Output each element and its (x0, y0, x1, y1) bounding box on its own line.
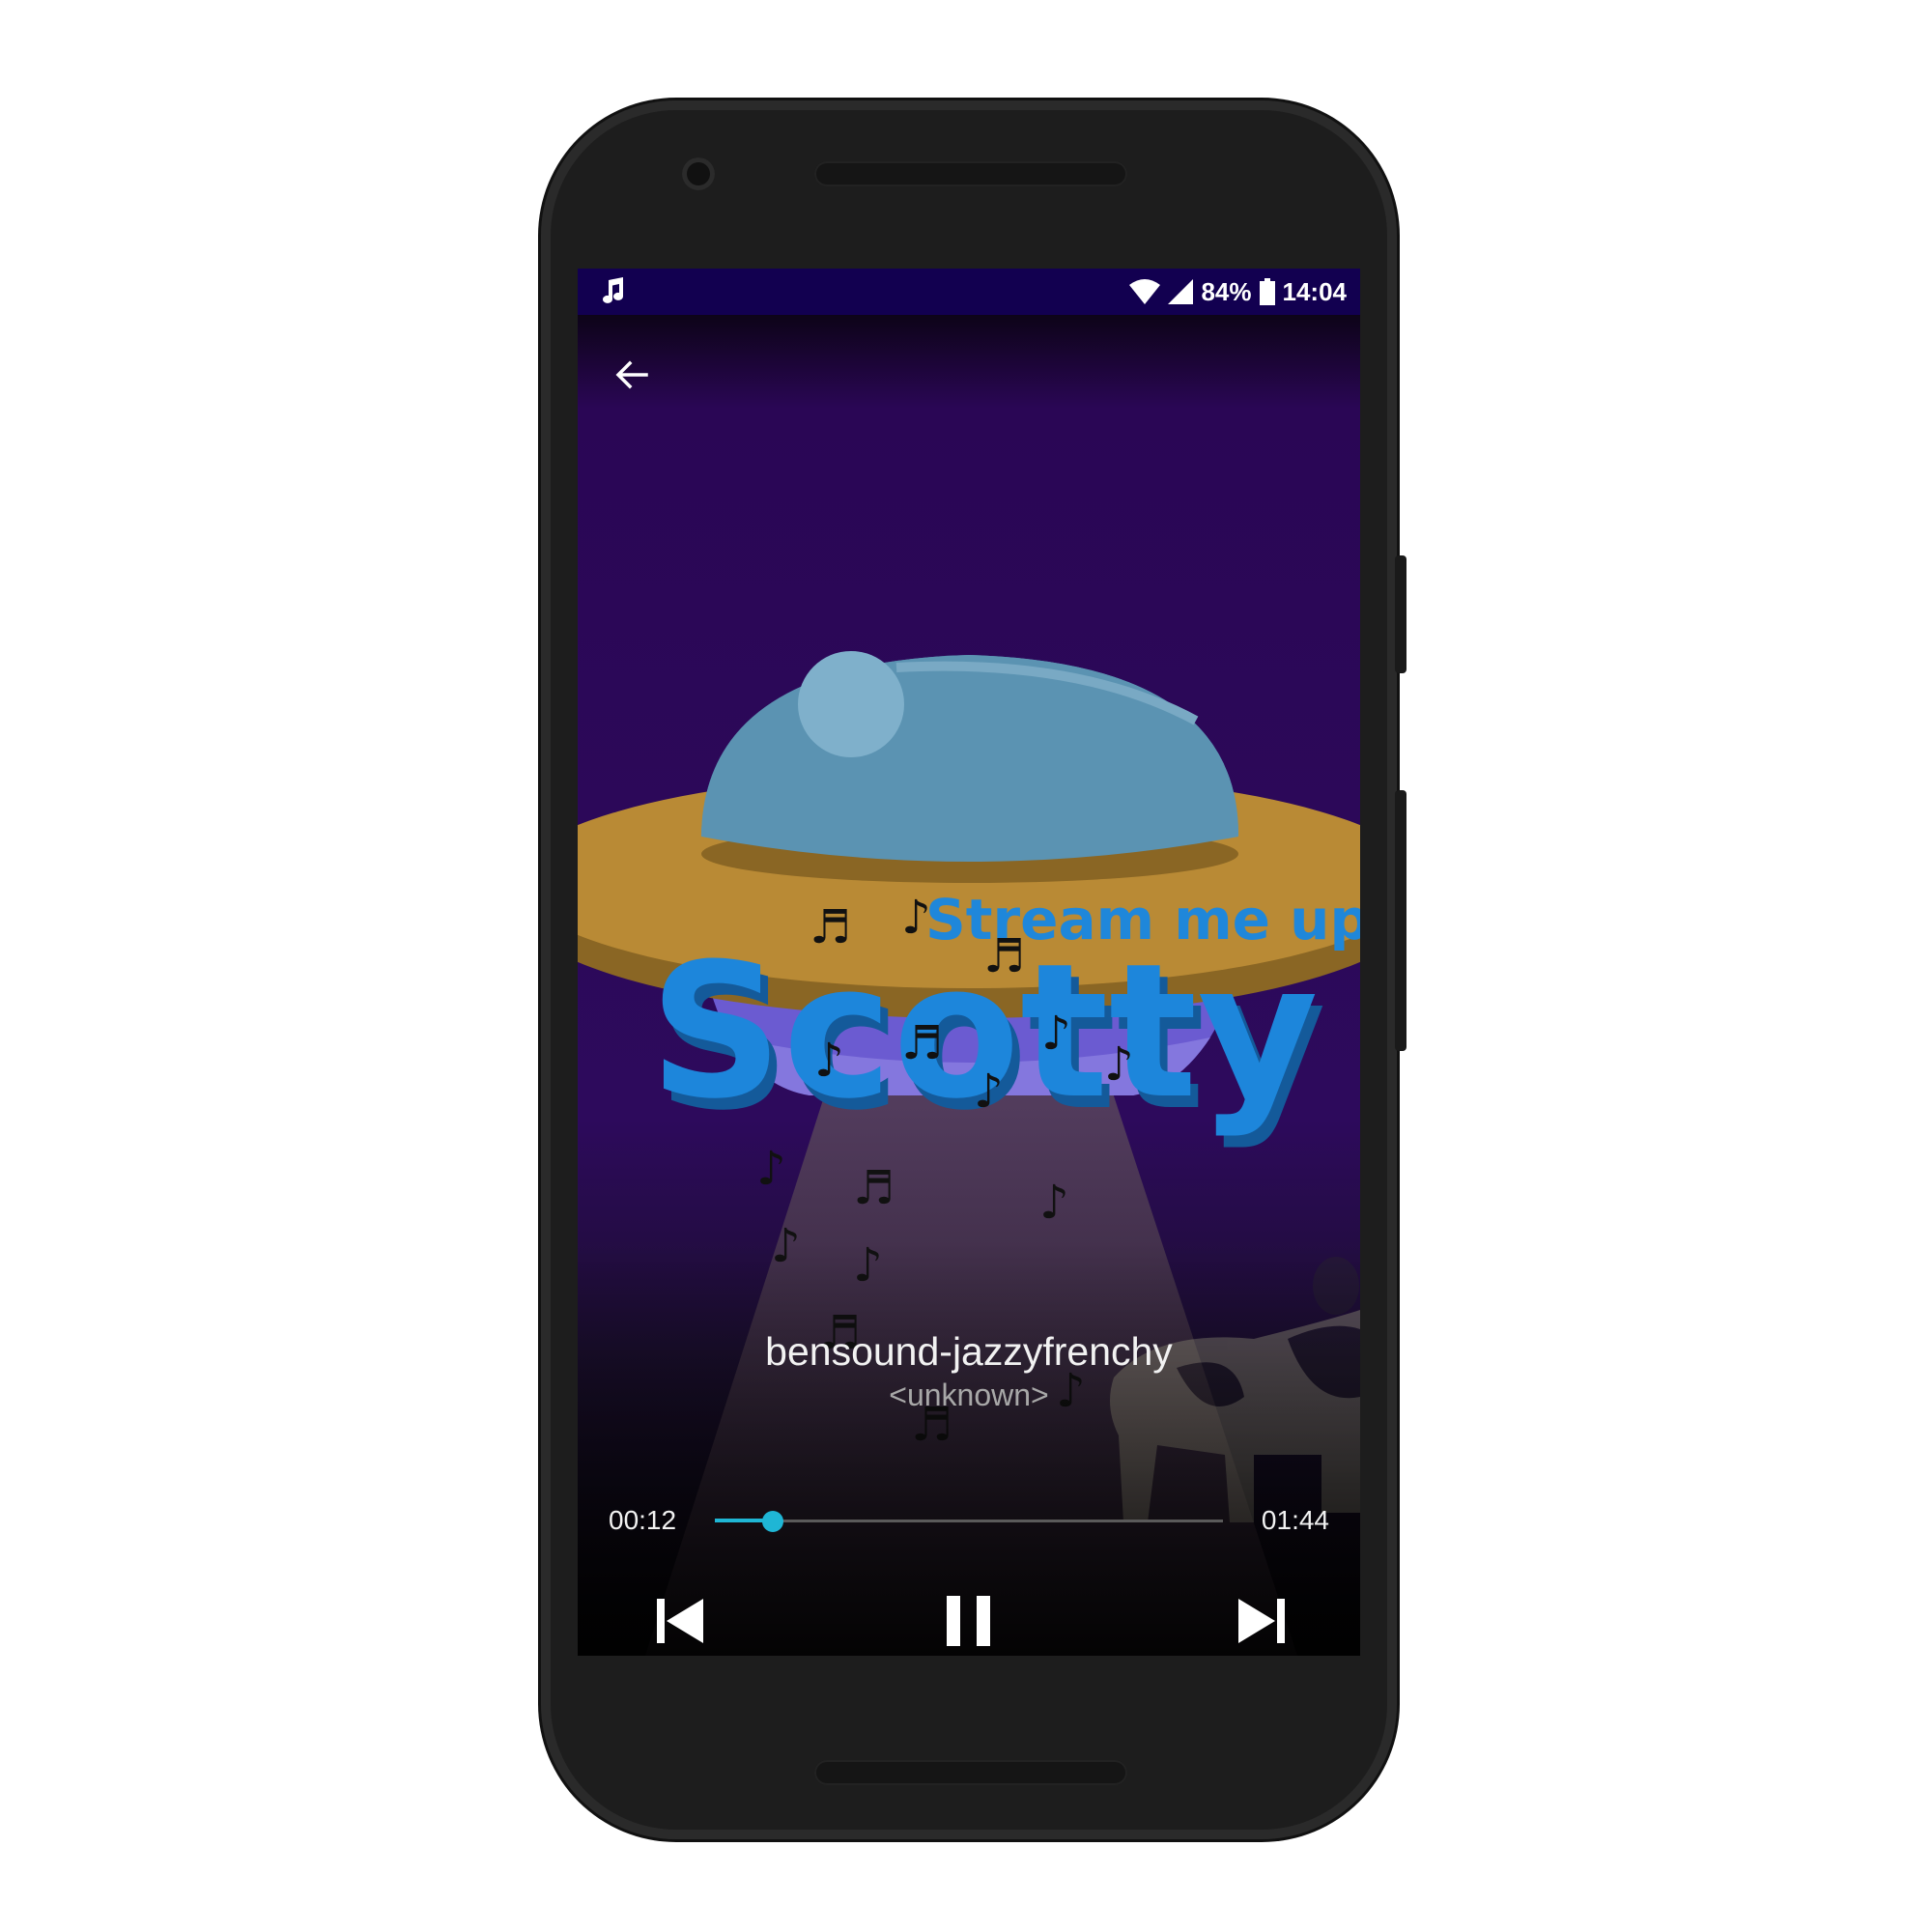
cell-signal-icon (1168, 279, 1194, 304)
svg-text:♬: ♬ (901, 1016, 943, 1070)
svg-text:♪: ♪ (974, 1065, 1004, 1119)
svg-text:♪: ♪ (814, 1034, 844, 1088)
svg-text:♬: ♬ (810, 900, 851, 954)
svg-text:♪: ♪ (1104, 1037, 1134, 1092)
front-camera (682, 157, 715, 190)
status-bar: 84% 14:04 (578, 269, 1360, 315)
svg-text:♪: ♪ (901, 891, 931, 945)
track-artist: <unknown> (889, 1378, 1049, 1412)
svg-text:♬: ♬ (853, 1161, 895, 1215)
previous-button[interactable] (641, 1582, 719, 1656)
top-speaker (814, 161, 1127, 186)
seek-thumb[interactable] (762, 1511, 784, 1532)
battery-percent: 84% (1201, 276, 1252, 306)
elapsed-time: 00:12 (609, 1505, 677, 1535)
music-note-icon (603, 277, 623, 303)
volume-button (1395, 790, 1406, 1051)
seek-bar[interactable] (715, 1507, 1223, 1536)
svg-text:♪: ♪ (756, 1142, 786, 1196)
power-button (1395, 555, 1406, 673)
arrow-left-icon (615, 360, 648, 389)
battery-icon (1259, 278, 1275, 305)
status-time: 14:04 (1282, 276, 1348, 306)
bottom-speaker (814, 1760, 1127, 1785)
skip-previous-icon (657, 1599, 703, 1643)
svg-text:♪: ♪ (1041, 1007, 1071, 1061)
back-button[interactable] (605, 348, 659, 402)
svg-text:♬: ♬ (983, 929, 1025, 983)
pause-button[interactable] (930, 1582, 1008, 1656)
total-duration: 01:44 (1261, 1505, 1329, 1535)
pause-icon (947, 1596, 990, 1646)
album-artwork: Stream me up Scotty Scotty ♬ ♪ ♬ ♪ ♬ ♪ ♪… (578, 315, 1360, 1656)
screen: Stream me up Scotty Scotty ♬ ♪ ♬ ♪ ♬ ♪ ♪… (578, 269, 1360, 1656)
wifi-icon (1129, 279, 1161, 304)
svg-text:♪: ♪ (1039, 1176, 1069, 1230)
track-title: bensound-jazzyfrenchy (765, 1329, 1173, 1374)
next-button[interactable] (1223, 1582, 1300, 1656)
seek-track (715, 1520, 1223, 1522)
skip-next-icon (1238, 1599, 1285, 1643)
